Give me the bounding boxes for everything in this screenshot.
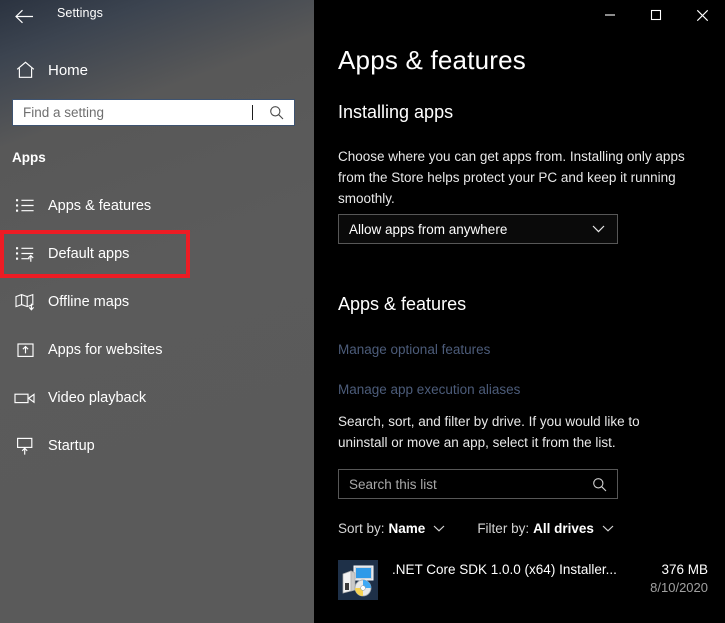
- text-cursor: [252, 105, 253, 120]
- app-install-date: 8/10/2020: [650, 580, 708, 595]
- sidebar-item-apps-for-websites[interactable]: Apps for websites: [0, 326, 314, 374]
- close-button[interactable]: [679, 0, 725, 30]
- list-arrow-icon: [4, 245, 46, 263]
- sidebar-item-label: Video playback: [48, 390, 147, 406]
- map-download-icon: [4, 293, 46, 311]
- list-item[interactable]: .NET Core SDK 1.0.0 (x64) Installer... 3…: [338, 558, 708, 604]
- app-size: 376 MB: [661, 562, 708, 577]
- maximize-button[interactable]: [633, 0, 679, 30]
- home-icon: [4, 61, 46, 79]
- sort-filter-row: Sort by: Name Filter by: All drives: [338, 521, 614, 536]
- install-source-dropdown[interactable]: Allow apps from anywhere: [338, 214, 618, 244]
- list-bullet-icon: [4, 197, 46, 215]
- sidebar-nav: Apps & features Default apps Offline map…: [0, 182, 314, 470]
- monitor-arrow-up-icon: [4, 437, 46, 456]
- sidebar-item-offline-maps[interactable]: Offline maps: [0, 278, 314, 326]
- settings-window: Settings Home Find a setting Apps Apps &…: [0, 0, 725, 623]
- chevron-down-icon: [592, 225, 605, 233]
- sidebar-item-default-apps[interactable]: Default apps: [0, 230, 314, 278]
- sidebar-section-header: Apps: [12, 150, 46, 165]
- video-camera-icon: [4, 390, 46, 406]
- list-item-texts: .NET Core SDK 1.0.0 (x64) Installer... 3…: [392, 562, 708, 595]
- sidebar-item-label: Apps for websites: [48, 342, 163, 358]
- filter-by-control[interactable]: Filter by: All drives: [477, 521, 614, 536]
- sidebar: Settings Home Find a setting Apps Apps &…: [0, 0, 314, 623]
- filter-by-label: Filter by:: [477, 521, 530, 536]
- window-controls: [587, 0, 725, 30]
- sidebar-item-label: Offline maps: [48, 294, 130, 310]
- search-input-placeholder: Find a setting: [23, 105, 105, 120]
- sort-by-value: Name: [388, 521, 426, 536]
- search-this-list-placeholder: Search this list: [349, 476, 437, 492]
- sidebar-home-label: Home: [48, 61, 89, 79]
- apps-list-description: Search, sort, and filter by drive. If yo…: [338, 414, 640, 450]
- content-panel: Apps & features Installing apps Choose w…: [314, 0, 725, 623]
- app-name: .NET Core SDK 1.0.0 (x64) Installer...: [392, 562, 617, 577]
- sort-by-control[interactable]: Sort by: Name: [338, 521, 445, 536]
- manage-app-execution-aliases-link[interactable]: Manage app execution aliases: [338, 382, 520, 397]
- page-title: Apps & features: [338, 45, 526, 75]
- manage-optional-features-link[interactable]: Manage optional features: [338, 342, 490, 357]
- window-title: Settings: [57, 6, 103, 20]
- search-icon[interactable]: [592, 477, 607, 492]
- chevron-down-icon: [433, 525, 445, 532]
- back-arrow-icon[interactable]: [10, 2, 38, 30]
- sidebar-item-apps-features[interactable]: Apps & features: [0, 182, 314, 230]
- installer-package-icon: [338, 560, 378, 600]
- installing-apps-description: Choose where you can get apps from. Inst…: [338, 149, 685, 206]
- sidebar-item-home[interactable]: Home: [0, 52, 300, 88]
- box-arrow-up-icon: [4, 341, 46, 359]
- sort-by-label: Sort by:: [338, 521, 385, 536]
- sidebar-titlebar: Settings: [0, 0, 314, 32]
- minimize-button[interactable]: [587, 0, 633, 30]
- search-icon[interactable]: [269, 105, 284, 120]
- sidebar-item-startup[interactable]: Startup: [0, 422, 314, 470]
- chevron-down-icon: [602, 525, 614, 532]
- filter-by-value: All drives: [533, 521, 594, 536]
- installing-apps-heading: Installing apps: [338, 102, 454, 122]
- search-input[interactable]: Find a setting: [12, 99, 295, 126]
- search-this-list-input[interactable]: Search this list: [338, 469, 618, 499]
- sidebar-item-label: Apps & features: [48, 198, 152, 214]
- sidebar-item-video-playback[interactable]: Video playback: [0, 374, 314, 422]
- sidebar-item-label: Startup: [48, 438, 95, 454]
- sidebar-item-label: Default apps: [48, 246, 130, 262]
- app-meta: 376 MB 8/10/2020: [650, 562, 708, 595]
- apps-features-heading: Apps & features: [338, 294, 467, 314]
- install-source-value: Allow apps from anywhere: [349, 221, 508, 237]
